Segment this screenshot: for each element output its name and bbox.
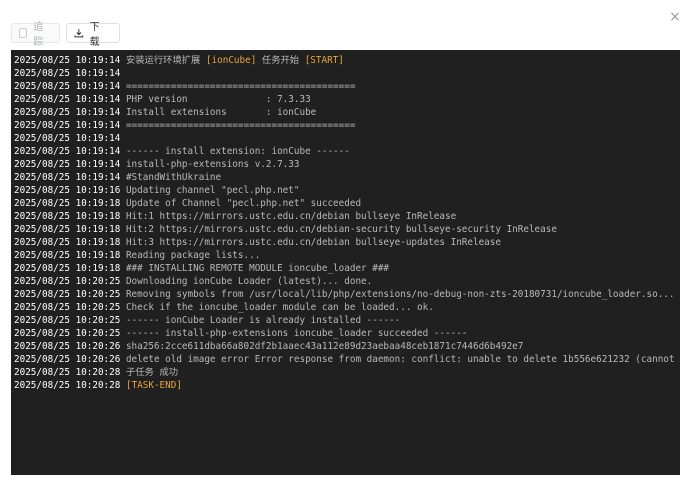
log-timestamp: 2025/08/25 10:20:28 xyxy=(14,367,121,378)
log-message: Install extensions : ionCube xyxy=(120,107,317,118)
log-line: 2025/08/25 10:19:18 Hit:1 https://mirror… xyxy=(14,210,680,223)
log-message: sha256:2cce611dba66a802df2b1aaec43a112e8… xyxy=(120,341,524,352)
log-timestamp: 2025/08/25 10:20:25 xyxy=(14,328,121,339)
log-message: ========================================… xyxy=(120,81,356,92)
log-message: Reading package lists... xyxy=(120,250,261,261)
log-timestamp: 2025/08/25 10:19:14 xyxy=(14,81,121,92)
log-line: 2025/08/25 10:19:14 ====================… xyxy=(14,80,680,93)
log-line: 2025/08/25 10:20:28 [TASK-END] xyxy=(14,379,680,392)
log-timestamp: 2025/08/25 10:19:16 xyxy=(14,185,121,196)
log-timestamp: 2025/08/25 10:19:14 xyxy=(14,55,121,66)
download-label: 下载 xyxy=(89,22,100,48)
log-output: 2025/08/25 10:19:14 安装运行环境扩展 [ionCube] 任… xyxy=(14,54,680,392)
log-message: ------ ionCube Loader is already install… xyxy=(120,315,401,326)
log-line: 2025/08/25 10:20:25 Removing symbols fro… xyxy=(14,288,680,301)
download-button[interactable]: 下载 xyxy=(66,22,120,48)
log-line: 2025/08/25 10:20:25 ------ install-php-e… xyxy=(14,327,680,340)
track-checkbox[interactable]: 追踪 xyxy=(11,22,60,48)
log-timestamp: 2025/08/25 10:19:18 xyxy=(14,237,121,248)
log-message: PHP version : 7.3.33 xyxy=(120,94,311,105)
log-timestamp: 2025/08/25 10:20:28 xyxy=(14,380,121,391)
log-timestamp: 2025/08/25 10:19:18 xyxy=(14,211,121,222)
log-message: Hit:1 https://mirrors.ustc.edu.cn/debian… xyxy=(120,211,457,222)
log-line: 2025/08/25 10:19:14 xyxy=(14,67,680,80)
log-message: Removing symbols from /usr/local/lib/php… xyxy=(120,289,680,300)
log-line: 2025/08/25 10:19:14 Install extensions :… xyxy=(14,106,680,119)
log-timestamp: 2025/08/25 10:20:25 xyxy=(14,289,121,300)
log-timestamp: 2025/08/25 10:19:14 xyxy=(14,120,121,131)
log-line: 2025/08/25 10:19:14 install-php-extensio… xyxy=(14,158,680,171)
toolbar: 追踪 下载 xyxy=(11,22,120,48)
log-message: ------ install extension: ionCube ------ xyxy=(120,146,350,157)
log-line: 2025/08/25 10:19:14 ====================… xyxy=(14,119,680,132)
log-line: 2025/08/25 10:19:14 PHP version : 7.3.33 xyxy=(14,93,680,106)
log-timestamp: 2025/08/25 10:19:18 xyxy=(14,198,121,209)
log-message: 子任务 成功 xyxy=(120,367,179,378)
log-line: 2025/08/25 10:19:14 #StandWithUkraine xyxy=(14,171,680,184)
log-message: Downloading ionCube Loader (latest)... d… xyxy=(120,276,373,287)
log-console[interactable]: 2025/08/25 10:19:14 安装运行环境扩展 [ionCube] 任… xyxy=(11,50,680,475)
log-timestamp: 2025/08/25 10:20:25 xyxy=(14,302,121,313)
log-tag: [ionCube] xyxy=(205,55,257,66)
log-message: Hit:2 https://mirrors.ustc.edu.cn/debian… xyxy=(120,224,557,235)
log-message: install-php-extensions v.2.7.33 xyxy=(120,159,300,170)
log-line: 2025/08/25 10:19:18 Hit:3 https://mirror… xyxy=(14,236,680,249)
log-timestamp: 2025/08/25 10:20:25 xyxy=(14,276,121,287)
log-line: 2025/08/25 10:19:14 xyxy=(14,132,680,145)
log-line: 2025/08/25 10:19:14 安装运行环境扩展 [ionCube] 任… xyxy=(14,54,680,67)
log-timestamp: 2025/08/25 10:19:14 xyxy=(14,107,121,118)
checkbox-icon xyxy=(19,28,28,38)
log-line: 2025/08/25 10:20:26 sha256:2cce611dba66a… xyxy=(14,340,680,353)
log-line: 2025/08/25 10:19:18 ### INSTALLING REMOT… xyxy=(14,262,680,275)
log-timestamp: 2025/08/25 10:19:18 xyxy=(14,250,121,261)
log-message: delete old image error Error response fr… xyxy=(120,354,680,365)
log-timestamp: 2025/08/25 10:19:18 xyxy=(14,224,121,235)
log-timestamp: 2025/08/25 10:19:14 xyxy=(14,146,121,157)
log-timestamp: 2025/08/25 10:20:25 xyxy=(14,315,121,326)
log-line: 2025/08/25 10:19:18 Hit:2 https://mirror… xyxy=(14,223,680,236)
log-dialog: × 追踪 下载 2025/08/25 10:19:14 安装运行环境扩展 [io… xyxy=(0,0,688,500)
log-line: 2025/08/25 10:20:25 Check if the ioncube… xyxy=(14,301,680,314)
log-message: ### INSTALLING REMOTE MODULE ioncube_loa… xyxy=(120,263,390,274)
log-tag: [START] xyxy=(304,55,344,66)
log-tag: [TASK-END] xyxy=(125,380,182,391)
log-message: ------ install-php-extensions ioncube_lo… xyxy=(120,328,468,339)
log-message: 任务开始 xyxy=(256,55,305,66)
log-message: Hit:3 https://mirrors.ustc.edu.cn/debian… xyxy=(120,237,501,248)
track-label: 追踪 xyxy=(33,22,44,48)
log-line: 2025/08/25 10:20:25 Downloading ionCube … xyxy=(14,275,680,288)
download-icon xyxy=(74,29,84,38)
log-line: 2025/08/25 10:20:26 delete old image err… xyxy=(14,353,680,366)
log-message: Check if the ioncube_loader module can b… xyxy=(120,302,434,313)
close-icon[interactable]: × xyxy=(667,9,683,25)
log-message: 安装运行环境扩展 xyxy=(120,55,206,66)
log-message: #StandWithUkraine xyxy=(120,172,222,183)
log-line: 2025/08/25 10:19:18 Reading package list… xyxy=(14,249,680,262)
log-timestamp: 2025/08/25 10:19:14 xyxy=(14,68,121,79)
log-timestamp: 2025/08/25 10:19:14 xyxy=(14,172,121,183)
log-line: 2025/08/25 10:19:16 Updating channel "pe… xyxy=(14,184,680,197)
log-message: Updating channel "pecl.php.net" xyxy=(120,185,300,196)
log-timestamp: 2025/08/25 10:20:26 xyxy=(14,354,121,365)
log-timestamp: 2025/08/25 10:19:14 xyxy=(14,94,121,105)
log-timestamp: 2025/08/25 10:19:18 xyxy=(14,263,121,274)
log-timestamp: 2025/08/25 10:19:14 xyxy=(14,159,121,170)
log-timestamp: 2025/08/25 10:20:26 xyxy=(14,341,121,352)
log-timestamp: 2025/08/25 10:19:14 xyxy=(14,133,121,144)
log-message: Update of Channel "pecl.php.net" succeed… xyxy=(120,198,362,209)
log-line: 2025/08/25 10:20:28 子任务 成功 xyxy=(14,366,680,379)
log-line: 2025/08/25 10:19:18 Update of Channel "p… xyxy=(14,197,680,210)
log-message: ========================================… xyxy=(120,120,356,131)
log-line: 2025/08/25 10:20:25 ------ ionCube Loade… xyxy=(14,314,680,327)
log-line: 2025/08/25 10:19:14 ------ install exten… xyxy=(14,145,680,158)
